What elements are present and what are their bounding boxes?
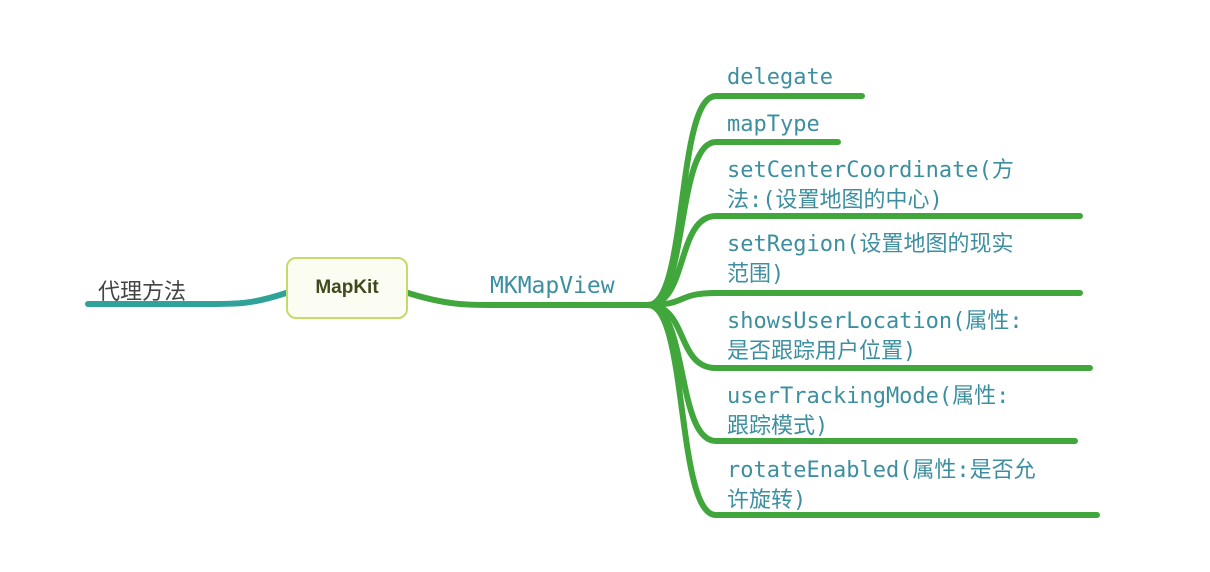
leaf-line: 许旋转) [727, 488, 807, 513]
leaf-node-usertrackingmode[interactable]: userTrackingMode(属性: 跟踪模式) [727, 382, 1009, 442]
leaf-line: 法:(设置地图的中心) [727, 188, 943, 213]
leaf-line: userTrackingMode(属性: [727, 384, 1010, 409]
leaf-line: delegate [727, 65, 833, 90]
left-branch-label: 代理方法 [98, 280, 187, 305]
leaf-node-setregion[interactable]: setRegion(设置地图的现实 范围) [727, 230, 1013, 290]
leaf-line: setRegion(设置地图的现实 [727, 232, 1014, 257]
leaf-node-rotateenabled[interactable]: rotateEnabled(属性:是否允 许旋转) [727, 456, 1036, 516]
leaf-line: rotateEnabled(属性:是否允 [727, 458, 1036, 483]
leaf-line: 范围) [727, 262, 785, 287]
leaf-line: setCenterCoordinate(方 [727, 158, 1014, 183]
leaf-node-showsuserlocation[interactable]: showsUserLocation(属性: 是否跟踪用户位置) [727, 307, 1023, 367]
leaf-line: showsUserLocation(属性: [727, 309, 1023, 334]
leaf-node-maptype[interactable]: mapType [727, 110, 820, 140]
leaf-line: mapType [727, 112, 820, 137]
leaf-branch-line [645, 290, 1083, 308]
root-node[interactable]: MapKit [286, 257, 408, 319]
root-node-label: MapKit [315, 277, 379, 298]
hub-node-label: MKMapView [490, 273, 615, 299]
leaf-node-delegate[interactable]: delegate [727, 63, 833, 93]
leaf-line: 是否跟踪用户位置) [727, 339, 917, 364]
leaf-node-setcentercoordinate[interactable]: setCenterCoordinate(方 法:(设置地图的中心) [727, 156, 1014, 216]
leaf-line: 跟踪模式) [727, 414, 829, 439]
